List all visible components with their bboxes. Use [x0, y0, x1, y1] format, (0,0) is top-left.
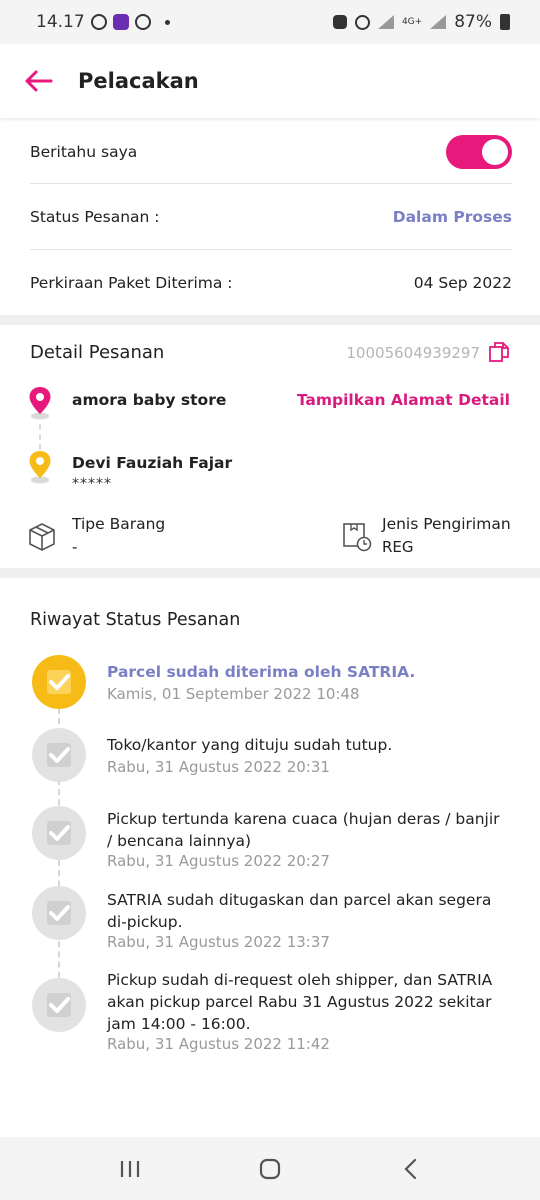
history-time: Rabu, 31 Agustus 2022 20:27 — [107, 852, 330, 870]
check-icon — [32, 978, 86, 1032]
receiver-pin-icon — [28, 450, 52, 484]
copy-icon[interactable] — [488, 341, 510, 363]
history-title: Riwayat Status Pesanan — [30, 610, 241, 630]
check-icon — [32, 886, 86, 940]
signal-icon-2 — [430, 15, 447, 29]
show-address-link[interactable]: Tampilkan Alamat Detail — [297, 391, 510, 409]
toggle-knob — [482, 139, 508, 165]
divider — [30, 183, 512, 184]
estimate-value: 04 Sep 2022 — [413, 274, 512, 292]
status-time: 14.17 — [36, 12, 85, 32]
alarm-icon — [354, 14, 370, 30]
battery-percent: 87% — [454, 12, 492, 32]
order-status-label: Status Pesanan : — [30, 208, 160, 226]
history-text: SATRIA sudah ditugaskan dan parcel akan … — [107, 891, 492, 931]
history-time: Rabu, 31 Agustus 2022 20:31 — [107, 758, 330, 776]
receiver-phone: ***** — [72, 476, 112, 492]
back-arrow-icon[interactable] — [24, 66, 54, 96]
item-type-value: - — [72, 538, 78, 556]
app-header: Pelacakan — [0, 44, 540, 118]
recent-apps-button[interactable] — [110, 1149, 150, 1189]
notify-toggle[interactable] — [446, 135, 512, 169]
system-nav-bar — [0, 1137, 540, 1200]
notify-label: Beritahu saya — [30, 143, 138, 161]
estimate-row: Perkiraan Paket Diterima : 04 Sep 2022 — [30, 266, 512, 300]
section-gap — [0, 568, 540, 578]
history-time: Rabu, 31 Agustus 2022 11:42 — [107, 1035, 330, 1053]
home-button[interactable] — [250, 1149, 290, 1189]
history-time: Rabu, 31 Agustus 2022 13:37 — [107, 933, 330, 951]
receiver-name: Devi Fauziah Fajar — [72, 454, 233, 472]
detail-title: Detail Pesanan — [30, 342, 165, 363]
status-bar: 14.17 4G+ 87% — [0, 0, 540, 44]
package-box-icon — [28, 522, 56, 552]
section-gap — [0, 315, 540, 325]
back-button[interactable] — [390, 1149, 430, 1189]
shipping-type-label: Jenis Pengiriman — [382, 515, 511, 533]
sender-name: amora baby store — [72, 391, 227, 409]
network-type: 4G+ — [401, 16, 423, 27]
order-status-value: Dalam Proses — [392, 208, 512, 226]
page-title: Pelacakan — [78, 69, 199, 93]
silent-icon — [332, 15, 347, 29]
sender-pin-icon — [28, 386, 52, 420]
history-time: Kamis, 01 September 2022 10:48 — [107, 685, 360, 703]
order-id: 10005604939297 — [346, 344, 480, 362]
order-status-row: Status Pesanan : Dalam Proses — [30, 200, 512, 234]
check-icon — [32, 655, 86, 709]
battery-icon — [500, 14, 510, 30]
shipping-type-value: REG — [382, 538, 414, 556]
check-icon — [32, 728, 86, 782]
history-text: Pickup sudah di-request oleh shipper, da… — [107, 971, 493, 1033]
check-icon — [32, 806, 86, 860]
route-line — [39, 424, 41, 450]
app-notification-icon-2 — [112, 14, 129, 30]
shipping-clock-icon — [342, 520, 374, 552]
divider — [30, 249, 512, 250]
item-type-label: Tipe Barang — [72, 515, 166, 533]
notify-row: Beritahu saya — [30, 132, 512, 172]
signal-icon — [377, 15, 394, 29]
history-text: Parcel sudah diterima oleh SATRIA. — [107, 663, 416, 681]
history-text: Pickup tertunda karena cuaca (hujan dera… — [107, 810, 500, 850]
history-text: Toko/kantor yang dituju sudah tutup. — [107, 736, 393, 754]
more-notifications-icon — [164, 19, 170, 25]
estimate-label: Perkiraan Paket Diterima : — [30, 274, 233, 292]
play-icon — [134, 14, 151, 30]
app-notification-icon — [90, 14, 107, 30]
